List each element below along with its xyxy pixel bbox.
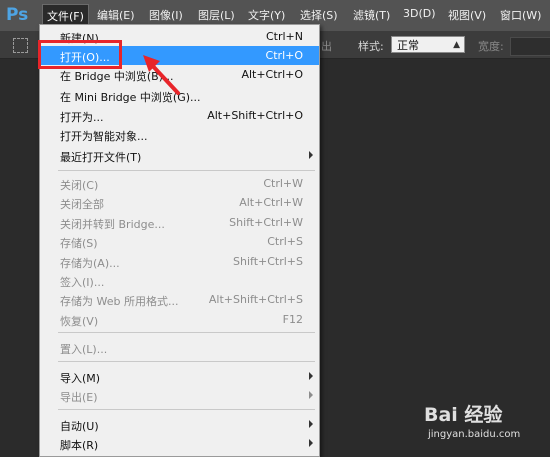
menu-separator (58, 361, 315, 362)
watermark-url: jingyan.baidu.com (428, 429, 521, 440)
menu-image[interactable]: 图像(I) (149, 7, 183, 23)
menu-item-open-as[interactable]: 打开为... Alt+Shift+Ctrl+O (40, 106, 319, 125)
menu-item-save-for-web[interactable]: 存储为 Web 所用格式... Alt+Shift+Ctrl+S (40, 290, 319, 309)
menu-layer[interactable]: 图层(L) (198, 7, 235, 23)
menu-item-scripts[interactable]: 脚本(R) (40, 434, 319, 453)
menu-item-open-smart-object[interactable]: 打开为智能对象... (40, 125, 319, 144)
menu-item-save[interactable]: 存储(S) Ctrl+S (40, 232, 319, 251)
menu-type[interactable]: 文字(Y) (248, 7, 285, 23)
baidu-watermark: Bai 经验 jingyan.baidu.com (420, 400, 545, 450)
width-input[interactable] (510, 37, 550, 56)
menu-separator (58, 409, 315, 410)
marquee-tool-icon[interactable] (13, 38, 28, 53)
submenu-arrow-icon (309, 420, 313, 428)
menu-item-close-go-bridge[interactable]: 关闭并转到 Bridge... Shift+Ctrl+W (40, 213, 319, 232)
menu-view[interactable]: 视图(V) (448, 7, 486, 23)
annotation-arrow-icon (143, 55, 180, 95)
menu-item-place[interactable]: 置入(L)... (40, 338, 319, 357)
menu-item-revert[interactable]: 恢复(V) F12 (40, 310, 319, 329)
menu-filter[interactable]: 滤镜(T) (353, 7, 390, 23)
style-select[interactable]: 正常 ▲︎ (391, 36, 465, 53)
annotation-highlight-box (38, 40, 122, 69)
submenu-arrow-icon (309, 391, 313, 399)
select-arrow-icon: ▲︎ (453, 40, 460, 50)
menu-item-check-in[interactable]: 签入(I)... (40, 271, 319, 290)
options-partial-label: 出 (321, 40, 332, 53)
submenu-arrow-icon (309, 372, 313, 380)
menu-item-recent-files[interactable]: 最近打开文件(T) (40, 146, 319, 165)
menu-item-close[interactable]: 关闭(C) Ctrl+W (40, 174, 319, 193)
menu-item-automate[interactable]: 自动(U) (40, 415, 319, 434)
menu-separator (58, 332, 315, 333)
width-label: 宽度: (478, 40, 504, 53)
style-label: 样式: (358, 40, 384, 53)
menu-3d[interactable]: 3D(D) (403, 7, 436, 20)
submenu-arrow-icon (309, 439, 313, 447)
submenu-arrow-icon (309, 151, 313, 159)
menu-edit[interactable]: 编辑(E) (97, 7, 135, 23)
menu-item-close-all[interactable]: 关闭全部 Alt+Ctrl+W (40, 193, 319, 212)
menu-window[interactable]: 窗口(W) (500, 7, 541, 23)
menu-separator (58, 170, 315, 171)
menu-item-export[interactable]: 导出(E) (40, 386, 319, 405)
menu-item-import[interactable]: 导入(M) (40, 367, 319, 386)
menu-item-save-as[interactable]: 存储为(A)... Shift+Ctrl+S (40, 252, 319, 271)
watermark-logo-text: Bai 经验 (424, 404, 503, 426)
menu-select[interactable]: 选择(S) (300, 7, 338, 23)
style-select-value: 正常 (397, 39, 419, 52)
photoshop-logo: Ps (6, 5, 29, 25)
